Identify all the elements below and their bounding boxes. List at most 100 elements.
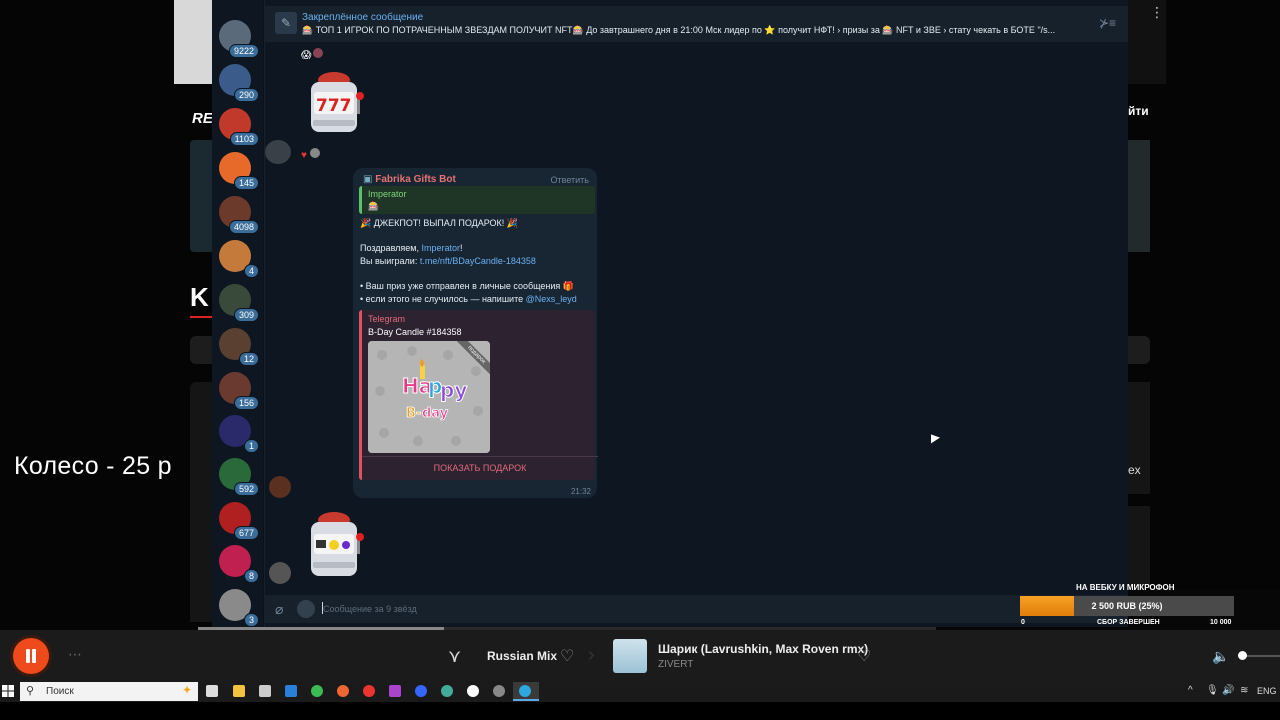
message-sender[interactable]: ▣ Fabrika Gifts Bot <box>363 174 456 185</box>
playlist-name[interactable]: Russian Mix <box>487 649 557 663</box>
app-icon[interactable] <box>389 685 401 697</box>
volume-icon[interactable]: 🔈 <box>1212 648 1229 665</box>
background-right-text-2: ex <box>1128 463 1141 477</box>
link-preview[interactable]: Telegram B-Day Candle #184358 Ha p py B-… <box>359 310 598 480</box>
wifi-icon[interactable]: ≋ <box>1240 685 1248 696</box>
app-icon-3[interactable] <box>441 685 453 697</box>
channel-avatar[interactable]: 290 <box>219 64 259 102</box>
opera-icon[interactable] <box>363 685 375 697</box>
svg-text:B-: B- <box>406 406 421 421</box>
unread-badge: 145 <box>233 176 259 190</box>
channel-avatar[interactable]: 145 <box>219 152 259 190</box>
message-input[interactable]: Сообщение за 9 звёзд <box>323 604 417 614</box>
store-icon[interactable] <box>259 685 271 697</box>
reply-button[interactable]: Ответить <box>551 175 589 185</box>
reactions[interactable]: ♥ <box>301 148 320 161</box>
pause-button[interactable] <box>13 638 49 674</box>
svg-text:day: day <box>422 406 449 421</box>
user-mention[interactable]: Imperator <box>421 243 460 253</box>
pinned-text: 🎰 ТОП 1 ИГРОК ПО ПОТРАЧЕННЫМ ЗВЕЗДАМ ПОЛ… <box>302 25 1056 35</box>
like-track-icon[interactable]: ♡ <box>857 646 871 666</box>
donation-max: 10 000 <box>1210 619 1232 626</box>
app-icon-2[interactable] <box>415 685 427 697</box>
task-view-icon[interactable] <box>206 685 218 697</box>
reply-quote[interactable]: Imperator 🎰 <box>359 186 595 214</box>
gift-candle-image: Ha p py B- day <box>368 341 490 453</box>
track-cover[interactable] <box>613 639 647 673</box>
background-right-image <box>1128 140 1150 252</box>
background-right-lower-2 <box>1128 506 1150 586</box>
track-title[interactable]: Шарик (Lavrushkin, Max Roven rmx) <box>658 642 868 656</box>
unpin-icon[interactable]: ⊁≡ <box>1099 16 1116 30</box>
avatar[interactable] <box>269 562 291 584</box>
background-card <box>190 140 214 252</box>
microphone-icon[interactable]: 🎙 <box>1206 685 1219 696</box>
bullet-contact: • если этого не случилось — напишите @Ne… <box>360 294 577 304</box>
taskbar: ⚲ Поиск ✦ ^ 🎙 🔊 ≋ ENG <box>0 681 1280 702</box>
channel-avatar[interactable]: 1 <box>219 415 259 453</box>
message-composer[interactable]: ⌀ Сообщение за 9 звёзд <box>265 595 1128 623</box>
taskbar-search[interactable]: ⚲ Поиск ✦ <box>20 682 198 701</box>
donation-status: СБОР ЗАВЕРШЕН <box>1097 619 1160 626</box>
send-as-avatar[interactable] <box>297 600 315 618</box>
outlook-icon[interactable] <box>285 685 297 697</box>
background-underline <box>190 316 212 318</box>
pinned-title: Закреплённое сообщение <box>302 12 424 23</box>
unread-badge: 8 <box>243 569 259 583</box>
attach-icon[interactable]: ⌀ <box>275 601 283 618</box>
language-indicator[interactable]: ENG <box>1257 686 1277 696</box>
track-artist[interactable]: ZIVERT <box>658 659 693 670</box>
channel-avatar[interactable]: 677 <box>219 502 259 540</box>
tray-chevron-icon[interactable]: ^ <box>1188 685 1193 696</box>
channel-avatar[interactable]: 9222 <box>219 20 259 58</box>
more-icon[interactable]: ⋯ <box>68 646 82 663</box>
congrats-line: Поздравляем, Imperator! <box>360 243 463 253</box>
yandex-icon[interactable] <box>337 685 349 697</box>
donation-value: 2 500 RUB (25%) <box>1091 601 1163 611</box>
bot-avatar[interactable] <box>269 476 291 498</box>
wave-icon[interactable]: ⋎ <box>448 646 461 667</box>
nft-link[interactable]: t.me/nft/BDayCandle-184358 <box>420 256 536 266</box>
contact-handle[interactable]: @Nexs_leyd <box>526 294 577 304</box>
channel-avatar[interactable]: 4098 <box>219 196 259 234</box>
bullet-sent: • Ваш приз уже отправлен в личные сообще… <box>360 281 575 291</box>
channel-avatar[interactable]: 8 <box>219 545 259 583</box>
jackpot-text: 🎉 ДЖЕКПОТ! ВЫПАЛ ПОДАРОК! 🎉 <box>360 218 518 228</box>
speaker-icon[interactable]: 🔊 <box>1222 685 1234 696</box>
volume-knob[interactable] <box>1238 651 1247 660</box>
channel-avatar[interactable]: 309 <box>219 284 259 322</box>
channel-avatar[interactable]: 1103 <box>219 108 259 146</box>
bot-message: ▣ Fabrika Gifts Bot Ответить Imperator 🎰… <box>353 168 598 498</box>
channel-avatar[interactable]: 12 <box>219 328 259 366</box>
channel-avatar[interactable]: 156 <box>219 372 259 410</box>
file-explorer-icon[interactable] <box>233 685 245 697</box>
show-gift-button[interactable]: ПОКАЗАТЬ ПОДАРОК <box>362 456 598 473</box>
unread-badge: 12 <box>238 352 259 366</box>
svg-text:777: 777 <box>316 96 352 116</box>
yandex-browser-icon[interactable] <box>467 685 479 697</box>
unread-badge: 9222 <box>228 44 259 58</box>
svg-text:py: py <box>440 378 467 402</box>
pinned-message[interactable]: ✎ Закреплённое сообщение 🎰 ТОП 1 ИГРОК П… <box>265 6 1128 42</box>
windows-start-icon[interactable] <box>2 685 14 697</box>
channel-avatar[interactable]: 3 <box>219 589 259 627</box>
background-right <box>1128 0 1280 590</box>
telegram-icon <box>519 685 531 697</box>
channel-avatar[interactable]: 592 <box>219 458 259 496</box>
app-icon-4[interactable] <box>493 685 505 697</box>
message-time: 21:32 <box>570 487 591 496</box>
music-player: ⋯ ⋎ Russian Mix ♡ › Шарик (Lavrushkin, M… <box>0 630 1280 681</box>
like-playlist-icon[interactable]: ♡ <box>560 646 574 666</box>
reactions[interactable]: 😱 <box>301 48 324 61</box>
channel-avatar[interactable]: 4 <box>219 240 259 278</box>
avatar[interactable] <box>265 140 291 164</box>
background-search-box <box>190 336 214 364</box>
chrome-icon[interactable] <box>311 685 323 697</box>
donation-progress-bar: 2 500 RUB (25%) <box>1020 596 1234 616</box>
gift-image[interactable]: Ha p py B- day подарок <box>368 341 490 453</box>
preview-site: Telegram <box>368 314 406 324</box>
unread-badge: 677 <box>233 526 259 540</box>
search-highlight-icon: ✦ <box>181 683 192 697</box>
chat-area: ✎ Закреплённое сообщение 🎰 ТОП 1 ИГРОК П… <box>265 0 1128 627</box>
won-line: Вы выиграли: t.me/nft/BDayCandle-184358 <box>360 256 536 266</box>
